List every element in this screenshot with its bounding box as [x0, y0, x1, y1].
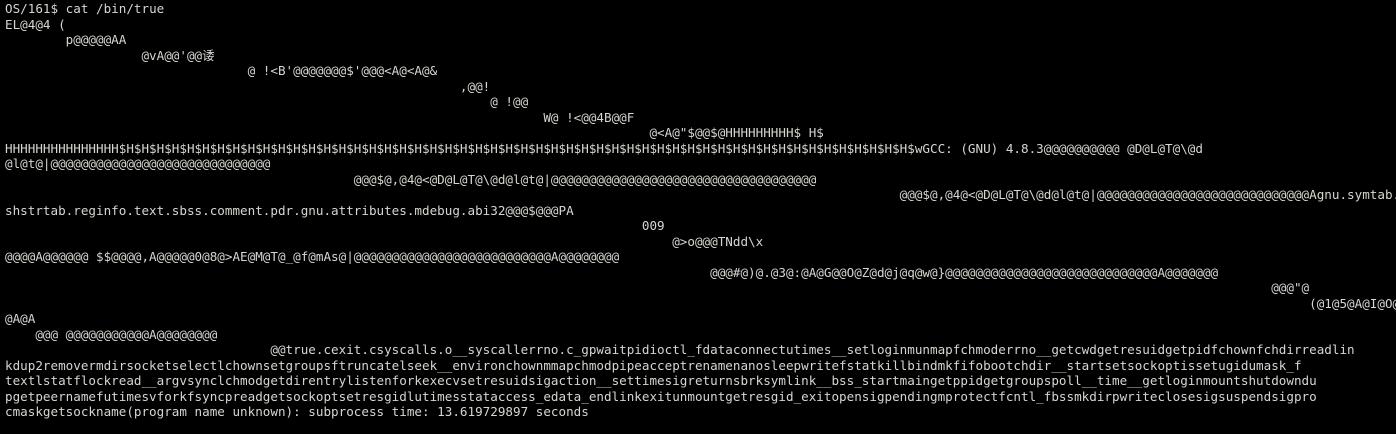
output-line: @>o@@@TNdd\x	[5, 233, 764, 249]
output-line: W@ !<@@4B@@F	[5, 109, 635, 125]
command-line: OS/161$ cat /bin/true	[5, 1, 1396, 17]
output-line: @@@$@,@4@<@D@L@T@\@d@l@t@|@@@@@@@@@@@@@@…	[5, 171, 817, 187]
output-line: @A@A	[5, 311, 36, 326]
typed-command: cat /bin/true	[65, 1, 165, 16]
output-line: @@@ @@@@@@@@@@@A@@@@@@@@	[5, 326, 218, 342]
output-line: HHHHHHHHHHHHHHH$H$H$H$H$H$H$H$H$H$H$H$H$…	[5, 140, 1203, 156]
output-line: 009	[5, 218, 665, 233]
output-line: @l@t@|@@@@@@@@@@@@@@@@@@@@@@@@@@@@@	[5, 156, 271, 171]
output-line: textlstatflockread__argvsynclchmodgetdir…	[5, 373, 1317, 388]
output-line: pgetpeernamefutimesvforkfsyncpreadgetsoc…	[5, 388, 1317, 404]
output-line: @@@$@,@4@<@D@L@T@\@d@l@t@|@@@@@@@@@@@@@@…	[5, 187, 1396, 202]
terminal-window[interactable]: OS/161$ cat /bin/true EL@4@4 ( p@@@@@AA …	[0, 0, 1396, 434]
output-line: p@@@@@AA	[5, 32, 127, 47]
output-line: @@true.cexit.csyscalls.o__syscallerrno.c…	[5, 342, 1355, 357]
output-line: kdup2removermdirsocketselectlchownsetgro…	[5, 357, 1302, 373]
shell-prompt: OS/161$	[5, 1, 66, 16]
terminal-output: EL@4@4 ( p@@@@@AA @vA@@'@@诿 @ !<B'@@@@@@…	[5, 17, 1396, 420]
output-line: ,@@!	[5, 78, 491, 94]
output-line: @@@#@)@.@3@:@A@G@@O@Z@d@j@q@w@}@@@@@@@@@…	[5, 264, 1219, 280]
output-line: @ !@@	[5, 94, 529, 109]
output-line: shstrtab.reginfo.text.sbss.comment.pdr.g…	[5, 202, 574, 218]
output-line: @ !<B'@@@@@@@$'@@@<A@<A@&	[5, 63, 438, 78]
output-line: cmaskgetsockname(program name unknown): …	[5, 404, 589, 419]
output-line: @@@"@	[5, 280, 1310, 295]
output-line: @<A@"$@@$@HHHHHHHHH$ H$	[5, 125, 824, 140]
output-line: @vA@@'@@诿	[5, 47, 215, 63]
output-line: @@@@A@@@@@@ $$@@@@,A@@@@@0@8@>AE@M@T@_@f…	[5, 249, 620, 264]
output-line: EL@4@4 (	[5, 16, 66, 32]
output-line: (@1@5@A@I@O@U@[@f@p@}@	[5, 295, 1396, 311]
